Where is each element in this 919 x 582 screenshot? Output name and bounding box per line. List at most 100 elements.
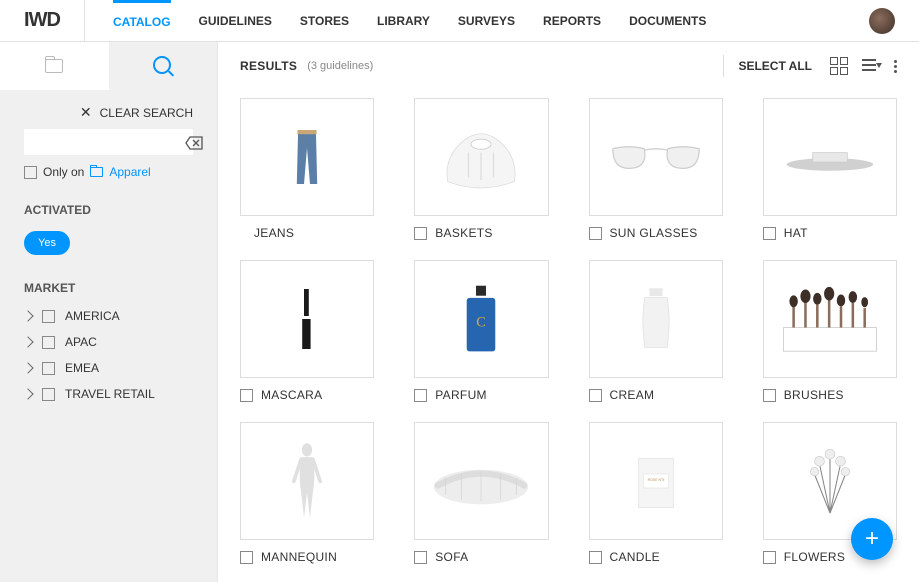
product-card-sunglasses: SUN GLASSES bbox=[589, 98, 723, 240]
market-label: AMERICA bbox=[65, 309, 120, 323]
activated-heading: ACTIVATED bbox=[0, 195, 217, 225]
folder-small-icon bbox=[90, 167, 103, 177]
nav-catalog[interactable]: CATALOG bbox=[113, 0, 171, 41]
divider bbox=[723, 55, 724, 77]
product-thumb[interactable] bbox=[240, 422, 374, 540]
clear-search-button[interactable]: ✕ CLEAR SEARCH bbox=[0, 90, 217, 129]
product-checkbox[interactable] bbox=[763, 227, 776, 240]
product-checkbox[interactable] bbox=[240, 551, 253, 564]
market-item-america[interactable]: AMERICA bbox=[0, 303, 217, 329]
product-checkbox[interactable] bbox=[414, 551, 427, 564]
product-card-mascara: MASCARA bbox=[240, 260, 374, 402]
product-thumb[interactable]: C bbox=[414, 260, 548, 378]
toggle-yes[interactable]: Yes bbox=[24, 231, 70, 255]
product-label: BASKETS bbox=[435, 226, 492, 240]
product-label: HAT bbox=[784, 226, 808, 240]
product-card-sofa: SOFA bbox=[414, 422, 548, 564]
folder-icon bbox=[45, 59, 63, 73]
product-label: JEANS bbox=[254, 226, 294, 240]
search-input[interactable] bbox=[30, 129, 185, 155]
market-checkbox[interactable] bbox=[42, 310, 55, 323]
product-card-brushes: BRUSHES bbox=[763, 260, 897, 402]
product-thumb[interactable] bbox=[240, 260, 374, 378]
svg-text:C: C bbox=[477, 314, 487, 330]
market-heading: MARKET bbox=[0, 273, 217, 303]
top-nav: IWD CATALOG GUIDELINES STORES LIBRARY SU… bbox=[0, 0, 919, 42]
nav-reports[interactable]: REPORTS bbox=[543, 0, 601, 41]
product-grid: JEANS BASKETS bbox=[240, 98, 897, 564]
product-checkbox[interactable] bbox=[589, 227, 602, 240]
search-field[interactable] bbox=[24, 129, 193, 155]
product-label: CREAM bbox=[610, 388, 655, 402]
chevron-right-icon bbox=[22, 362, 33, 373]
backspace-icon[interactable] bbox=[185, 136, 201, 148]
nav-items: CATALOG GUIDELINES STORES LIBRARY SURVEY… bbox=[85, 0, 869, 41]
product-thumb[interactable] bbox=[414, 422, 548, 540]
product-label: BRUSHES bbox=[784, 388, 844, 402]
product-thumb[interactable]: ROSE N°5 bbox=[589, 422, 723, 540]
user-avatar[interactable] bbox=[869, 8, 895, 34]
sidebar-tabs bbox=[0, 42, 217, 90]
product-thumb[interactable] bbox=[763, 260, 897, 378]
search-icon bbox=[153, 56, 173, 76]
product-thumb[interactable] bbox=[589, 260, 723, 378]
market-item-travel-retail[interactable]: TRAVEL RETAIL bbox=[0, 381, 217, 407]
product-thumb[interactable] bbox=[240, 98, 374, 216]
product-checkbox[interactable] bbox=[589, 389, 602, 402]
chevron-right-icon bbox=[22, 310, 33, 321]
sort-icon[interactable] bbox=[862, 59, 880, 73]
market-checkbox[interactable] bbox=[42, 362, 55, 375]
more-menu-icon[interactable] bbox=[894, 60, 897, 73]
product-thumb[interactable] bbox=[763, 98, 897, 216]
product-checkbox[interactable] bbox=[414, 227, 427, 240]
sidebar: ✕ CLEAR SEARCH Only on Apparel ACTIVATED… bbox=[0, 42, 218, 582]
only-on-checkbox[interactable] bbox=[24, 166, 37, 179]
product-label: FLOWERS bbox=[784, 550, 845, 564]
market-label: TRAVEL RETAIL bbox=[65, 387, 155, 401]
product-card-baskets: BASKETS bbox=[414, 98, 548, 240]
nav-guidelines[interactable]: GUIDELINES bbox=[199, 0, 272, 41]
product-label: SUN GLASSES bbox=[610, 226, 698, 240]
product-card-jeans: JEANS bbox=[240, 98, 374, 240]
nav-surveys[interactable]: SURVEYS bbox=[458, 0, 515, 41]
grid-view-icon[interactable] bbox=[830, 57, 848, 75]
tab-folder[interactable] bbox=[0, 42, 109, 90]
product-thumb[interactable] bbox=[589, 98, 723, 216]
add-fab-button[interactable]: + bbox=[851, 518, 893, 560]
only-on-label: Only on bbox=[43, 165, 84, 179]
tab-search[interactable] bbox=[109, 42, 218, 90]
nav-documents[interactable]: DOCUMENTS bbox=[629, 0, 706, 41]
product-card-parfum: C PARFUM bbox=[414, 260, 548, 402]
product-label: CANDLE bbox=[610, 550, 660, 564]
activated-toggle: Yes • No bbox=[0, 225, 217, 273]
svg-text:ROSE N°5: ROSE N°5 bbox=[647, 478, 664, 482]
product-label: MANNEQUIN bbox=[261, 550, 337, 564]
apparel-link[interactable]: Apparel bbox=[109, 165, 150, 179]
product-card-hat: HAT bbox=[763, 98, 897, 240]
market-checkbox[interactable] bbox=[42, 388, 55, 401]
chevron-right-icon bbox=[22, 336, 33, 347]
product-thumb[interactable] bbox=[414, 98, 548, 216]
market-checkbox[interactable] bbox=[42, 336, 55, 349]
nav-stores[interactable]: STORES bbox=[300, 0, 349, 41]
main-panel: RESULTS (3 guidelines) SELECT ALL JEANS bbox=[218, 42, 919, 582]
close-icon: ✕ bbox=[80, 104, 92, 121]
product-label: MASCARA bbox=[261, 388, 322, 402]
select-all-button[interactable]: SELECT ALL bbox=[738, 59, 812, 73]
product-checkbox[interactable] bbox=[763, 551, 776, 564]
product-card-mannequin: MANNEQUIN bbox=[240, 422, 374, 564]
product-label: PARFUM bbox=[435, 388, 487, 402]
product-checkbox[interactable] bbox=[589, 551, 602, 564]
product-checkbox[interactable] bbox=[414, 389, 427, 402]
product-checkbox[interactable] bbox=[763, 389, 776, 402]
nav-library[interactable]: LIBRARY bbox=[377, 0, 430, 41]
results-label: RESULTS bbox=[240, 59, 297, 73]
product-checkbox[interactable] bbox=[240, 389, 253, 402]
product-card-cream: CREAM bbox=[589, 260, 723, 402]
chevron-right-icon bbox=[22, 388, 33, 399]
toggle-dot: • bbox=[78, 235, 99, 251]
product-label: SOFA bbox=[435, 550, 468, 564]
market-item-apac[interactable]: APAC bbox=[0, 329, 217, 355]
market-item-emea[interactable]: EMEA bbox=[0, 355, 217, 381]
plus-icon: + bbox=[865, 525, 879, 553]
